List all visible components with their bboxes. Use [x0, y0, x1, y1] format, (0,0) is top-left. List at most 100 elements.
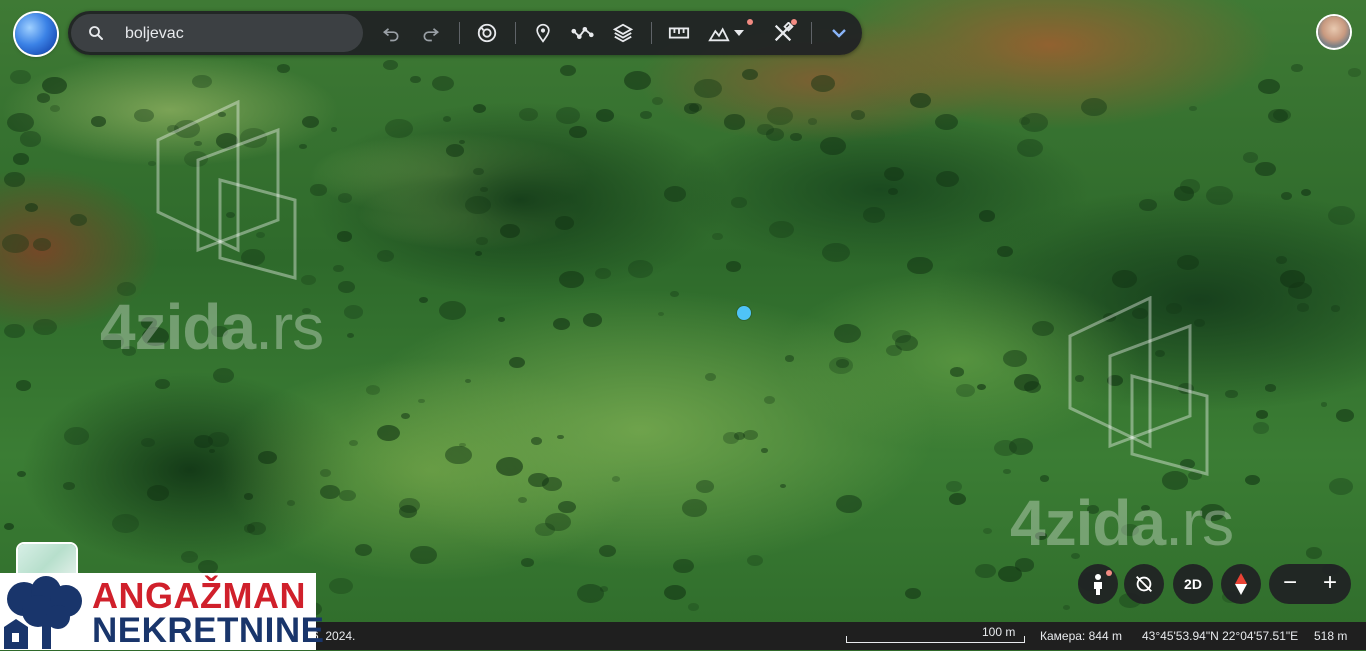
tree-cluster — [348, 439, 358, 447]
placemark-icon — [536, 23, 550, 43]
tree-cluster — [319, 485, 340, 500]
tree-cluster — [790, 132, 803, 141]
tree-cluster — [24, 202, 39, 213]
search-box[interactable] — [71, 14, 363, 52]
undo-button[interactable] — [379, 21, 403, 45]
tree-cluster — [385, 119, 413, 139]
agency-banner: ANGAŽMAN NEKRETNINE — [0, 573, 324, 650]
placemark-button[interactable] — [531, 21, 555, 45]
redo-icon — [423, 28, 440, 42]
tree-cluster — [37, 93, 51, 103]
tree-cluster — [180, 551, 198, 564]
tree-cluster — [542, 477, 562, 491]
tree-cluster — [446, 144, 465, 158]
tree-cluster — [410, 76, 421, 84]
tree-cluster — [955, 383, 975, 398]
search-icon[interactable] — [87, 24, 105, 42]
tree-cluster — [907, 256, 933, 275]
tree-cluster — [319, 468, 332, 477]
toolbar-divider — [515, 22, 516, 44]
tree-cluster — [4, 522, 14, 530]
tree-cluster — [213, 368, 235, 383]
tree-cluster — [948, 493, 966, 505]
tree-cluster — [277, 63, 290, 73]
tree-cluster — [339, 489, 356, 502]
tree-cluster — [1330, 305, 1341, 312]
tree-cluster — [623, 70, 652, 91]
tree-cluster — [42, 76, 67, 94]
tree-cluster — [1013, 373, 1039, 391]
tree-cluster — [935, 170, 959, 187]
compass-button[interactable] — [1221, 564, 1261, 604]
tree-cluster — [1257, 78, 1280, 95]
tree-cluster — [983, 528, 993, 535]
tree-cluster — [694, 79, 722, 99]
tree-cluster — [141, 437, 155, 448]
tree-cluster — [418, 398, 425, 403]
tree-cluster — [90, 116, 107, 128]
satellite-map[interactable]: 4zida.rs 4zida.rs — [0, 0, 1366, 650]
zoom-in-button[interactable]: + — [1310, 570, 1350, 598]
tree-cluster — [747, 555, 764, 567]
camera-altitude: Камера: 844 m — [1040, 629, 1122, 643]
tree-cluster — [687, 603, 699, 612]
search-input[interactable] — [123, 22, 347, 46]
tree-cluster — [851, 110, 865, 120]
path-icon — [571, 27, 594, 39]
tree-cluster — [683, 103, 700, 115]
tree-cluster — [742, 429, 759, 441]
layers-button[interactable] — [611, 21, 635, 45]
tree-cluster — [331, 127, 338, 132]
tree-cluster — [582, 313, 603, 327]
tree-cluster — [612, 476, 621, 483]
path-button[interactable] — [571, 21, 595, 45]
tree-cluster — [833, 323, 862, 344]
tree-cluster — [1225, 389, 1239, 399]
tilt-icon — [1136, 576, 1152, 592]
tree-cluster — [328, 577, 353, 595]
tools-button[interactable] — [771, 21, 795, 45]
tree-cluster — [409, 545, 437, 565]
tree-cluster — [556, 107, 580, 124]
elevation-icon — [708, 27, 730, 42]
ruler-icon — [668, 27, 690, 39]
tree-cluster — [6, 112, 35, 132]
tree-cluster — [1189, 105, 1198, 111]
elevation-button[interactable] — [707, 21, 731, 45]
tree-cluster — [779, 483, 786, 488]
tree-cluster — [627, 260, 654, 279]
tree-cluster — [338, 281, 356, 293]
tree-cluster — [885, 344, 903, 357]
tree-cluster — [978, 210, 996, 222]
voyager-icon — [477, 23, 497, 43]
tree-cluster — [12, 152, 30, 165]
zoom-out-button[interactable]: − — [1270, 570, 1310, 598]
tree-cluster — [1003, 350, 1028, 367]
tree-cluster — [1016, 138, 1043, 157]
location-dot[interactable] — [737, 306, 751, 320]
tree-cluster — [442, 116, 452, 122]
tree-cluster — [476, 236, 489, 245]
tree-cluster — [599, 585, 609, 592]
street-view-button[interactable] — [1078, 564, 1118, 604]
voyager-button[interactable] — [475, 21, 499, 45]
google-earth-logo-icon[interactable] — [15, 13, 57, 55]
tree-cluster — [3, 172, 25, 187]
view-2d-button[interactable]: 2D — [1173, 564, 1213, 604]
tree-cluster — [535, 522, 556, 537]
tree-cluster — [784, 355, 794, 362]
redo-button[interactable] — [419, 21, 443, 45]
tree-cluster — [19, 131, 42, 147]
tree-cluster — [400, 412, 411, 420]
ruler-button[interactable] — [667, 21, 691, 45]
tree-cluster — [761, 448, 768, 453]
expand-toolbar-button[interactable] — [827, 21, 851, 45]
tree-cluster — [1254, 161, 1276, 177]
tree-cluster — [723, 114, 746, 130]
user-avatar[interactable] — [1318, 16, 1350, 48]
elevation-dropdown[interactable] — [731, 21, 747, 45]
tree-cluster — [2, 233, 30, 253]
tree-cluster — [1008, 437, 1034, 455]
tree-cluster — [768, 220, 794, 238]
reset-tilt-button[interactable] — [1124, 564, 1164, 604]
